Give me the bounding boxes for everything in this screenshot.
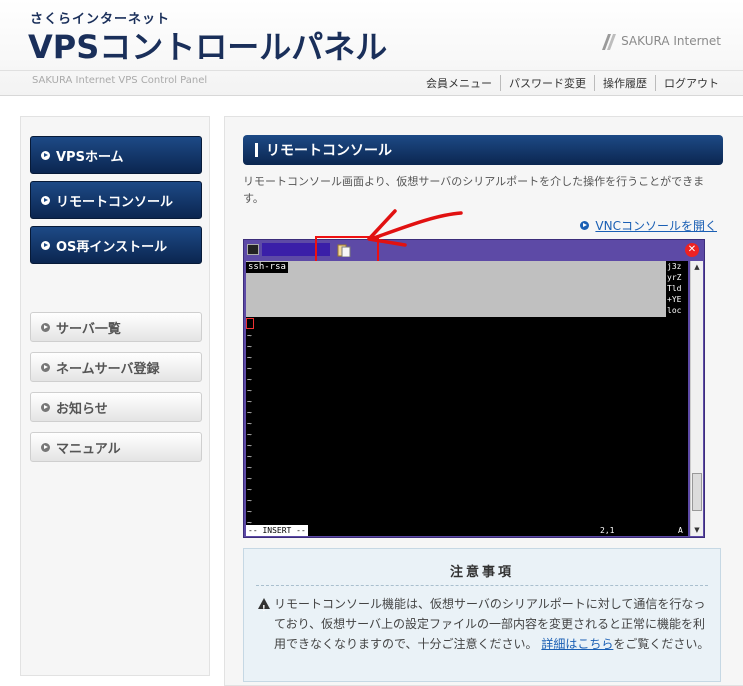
vim-tilde: ~	[247, 452, 252, 461]
sidebar-item-news[interactable]: お知らせ	[30, 392, 202, 422]
vim-cursor-position: 2,1	[600, 526, 615, 535]
terminal-icon	[247, 244, 259, 255]
notes-title: 注意事項	[449, 565, 514, 580]
vim-tilde: ~	[247, 408, 252, 417]
terminal-screen[interactable]: ssh-rsa j3z yrZ Tld +YE loc ~ ~ ~ ~ ~ ~ ~ ~ ~ ~ ~ ~…	[246, 261, 688, 536]
vim-tilde: ~	[247, 496, 252, 505]
arrow-bullet-icon	[41, 402, 50, 412]
vim-tilde: ~	[247, 386, 252, 395]
close-icon[interactable]: ✕	[685, 243, 699, 257]
vim-tilde: ~	[247, 364, 252, 373]
vim-tilde: ~	[247, 485, 252, 494]
arrow-bullet-icon	[41, 322, 50, 332]
nav-operation-history[interactable]: 操作履歴	[594, 75, 655, 91]
arrow-bullet-icon	[41, 240, 50, 250]
vim-status-line: -- INSERT -- 2,1 A	[246, 525, 688, 536]
app-title[interactable]: VPSコントロールパネル	[28, 22, 387, 68]
nav-member-menu[interactable]: 会員メニュー	[418, 75, 500, 91]
vim-scroll-indicator: A	[678, 526, 683, 535]
vnc-console-link[interactable]: VNCコンソールを開く	[580, 217, 717, 234]
vim-tilde: ~	[247, 430, 252, 439]
vim-tilde: ~	[247, 353, 252, 362]
selected-text-region	[246, 261, 666, 317]
terminal-cursor	[246, 318, 254, 329]
sidebar-item-manual[interactable]: マニュアル	[30, 432, 202, 462]
header-nav: 会員メニュー パスワード変更 操作履歴 ログアウト	[418, 75, 727, 91]
scroll-down-icon[interactable]: ▼	[691, 524, 703, 536]
sidebar-item-nameserver[interactable]: ネームサーバ登録	[30, 352, 202, 382]
sakura-logo: SAKURA Internet	[599, 30, 721, 52]
sidebar-item-os-reinstall[interactable]: OS再インストール	[30, 226, 202, 264]
arrow-bullet-icon	[580, 221, 590, 230]
details-link[interactable]: 詳細はこちら	[541, 637, 613, 651]
vim-tilde: ~	[247, 375, 252, 384]
sidebar-item-label: マニュアル	[56, 441, 121, 457]
arrow-bullet-icon	[41, 442, 50, 452]
serial-console-window[interactable]: ✕ ssh-rsa j3z yrZ Tld +YE loc ~ ~ ~ ~ ~ ~ ~ ~ ~ ~…	[243, 236, 705, 538]
nav-change-password[interactable]: パスワード変更	[500, 75, 594, 91]
console-titlebar: ✕	[244, 240, 704, 260]
arrow-bullet-icon	[41, 195, 50, 205]
vnc-console-link-label: VNCコンソールを開く	[595, 219, 717, 233]
arrow-bullet-icon	[41, 150, 50, 160]
arrow-bullet-icon	[41, 362, 50, 372]
page-title: リモートコンソール	[243, 135, 723, 165]
sidebar-item-label: サーバ一覧	[56, 321, 121, 337]
header-tagline: SAKURA Internet VPS Control Panel	[32, 75, 208, 86]
notes-box: 注意事項 リモートコンソール機能は、仮想サーバのシリアルポートに対して通信を行な…	[243, 548, 721, 682]
sidebar-item-label: お知らせ	[56, 401, 108, 417]
vim-tilde: ~	[247, 463, 252, 472]
main-panel: リモートコンソール リモートコンソール画面より、仮想サーバのシリアルポートを介し…	[224, 116, 743, 686]
sidebar-item-server-list[interactable]: サーバ一覧	[30, 312, 202, 342]
vim-tilde: ~	[247, 474, 252, 483]
terminal-text-line: +YE	[667, 295, 682, 304]
sidebar-item-remote-console[interactable]: リモートコンソール	[30, 181, 202, 219]
nav-logout[interactable]: ログアウト	[655, 75, 727, 91]
header: さくらインターネット VPSコントロールパネル SAKURA Internet …	[0, 0, 743, 96]
sidebar: VPSホーム リモートコンソール OS再インストール サーバ一覧 ネームサーバ登…	[20, 116, 210, 676]
notes-tail: をご覧ください。	[613, 637, 710, 651]
sidebar-item-vps-home[interactable]: VPSホーム	[30, 136, 202, 174]
vim-tilde: ~	[247, 397, 252, 406]
terminal-right-column: j3z yrZ Tld +YE loc	[667, 261, 688, 317]
notes-body: リモートコンソール機能は、仮想サーバのシリアルポートに対して通信を行なっており、…	[258, 594, 710, 654]
sidebar-item-label: VPSホーム	[56, 149, 124, 165]
terminal-text-line: Tld	[667, 284, 682, 293]
terminal-text-ssh: ssh-rsa	[246, 262, 288, 273]
terminal-text-line: yrZ	[667, 273, 682, 282]
vim-tilde: ~	[247, 342, 252, 351]
sidebar-item-label: OS再インストール	[56, 239, 168, 255]
sidebar-item-label: ネームサーバ登録	[56, 361, 160, 377]
annotation-arrow-icon	[367, 209, 463, 247]
warning-icon	[258, 598, 270, 619]
vim-tilde: ~	[247, 441, 252, 450]
vim-tilde: ~	[247, 419, 252, 428]
page-description: リモートコンソール画面より、仮想サーバのシリアルポートを介した操作を行うことがで…	[243, 175, 705, 205]
console-scrollbar[interactable]: ▲ ▼	[690, 261, 703, 536]
vim-tilde: ~	[247, 507, 252, 516]
scroll-thumb[interactable]	[692, 473, 702, 511]
sakura-logo-icon	[602, 34, 617, 50]
header-subbar: SAKURA Internet VPS Control Panel 会員メニュー…	[0, 70, 743, 92]
terminal-text-line: j3z	[667, 262, 682, 271]
sidebar-item-label: リモートコンソール	[56, 194, 174, 210]
vim-tilde: ~	[247, 331, 252, 340]
scroll-up-icon[interactable]: ▲	[691, 261, 703, 273]
logo-text: SAKURA Internet	[621, 34, 721, 48]
vim-mode-indicator: -- INSERT --	[246, 525, 308, 536]
terminal-text-line: loc	[667, 306, 682, 315]
page-title-text: リモートコンソール	[266, 143, 392, 159]
divider	[256, 585, 708, 586]
